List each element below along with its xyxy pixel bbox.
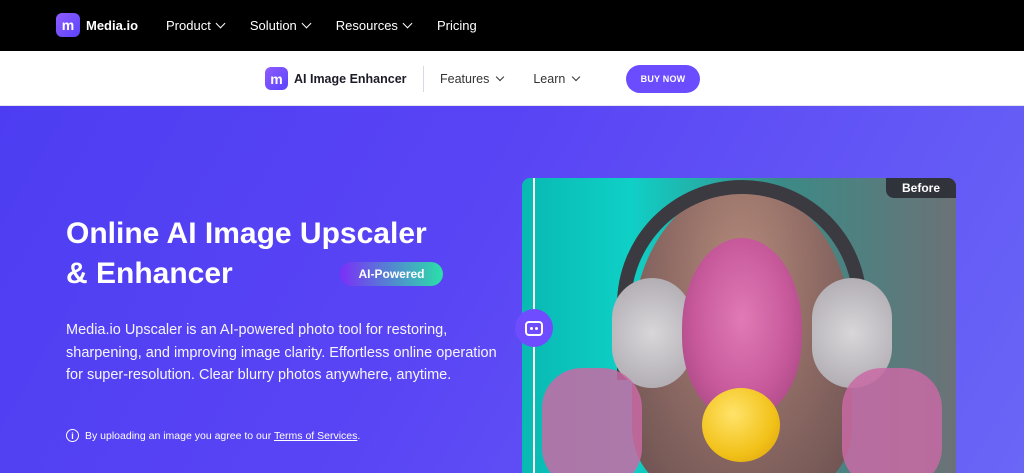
before-after-image[interactable]: Before (522, 178, 956, 473)
robot-icon (525, 320, 543, 336)
top-navbar: m Media.io Product Solution Resources Pr… (0, 0, 1024, 51)
chevron-down-icon (301, 18, 312, 29)
photo-hand-right (842, 368, 942, 473)
title-line-1: Online AI Image Upscaler (66, 217, 427, 250)
terms-prefix: By uploading an image you agree to our (85, 429, 274, 442)
nav-item-label: Product (166, 18, 211, 33)
chevron-down-icon (215, 18, 226, 29)
nav-item-solution[interactable]: Solution (249, 18, 312, 33)
subnav-item-learn[interactable]: Learn (533, 71, 581, 86)
subnav-item-label: Learn (533, 71, 566, 86)
divider (423, 66, 424, 92)
terms-text: By uploading an image you agree to our T… (85, 430, 360, 442)
before-label: Before (886, 178, 956, 198)
photo-earmuff-left (612, 278, 692, 388)
product-logo[interactable]: m AI Image Enhancer (265, 67, 407, 90)
terms-link[interactable]: Terms of Services (274, 430, 357, 442)
hero-description: Media.io Upscaler is an AI-powered photo… (66, 322, 497, 383)
photo-bubblegum (702, 388, 780, 462)
nav-item-label: Resources (335, 18, 398, 33)
info-icon: i (66, 429, 79, 442)
nav-item-product[interactable]: Product (166, 18, 226, 33)
subnav-item-label: Features (440, 71, 490, 86)
buy-now-button[interactable]: BUY NOW (626, 65, 700, 93)
compare-slider-handle[interactable] (515, 309, 553, 347)
subnav-menu: Features Learn (440, 51, 609, 106)
title-line-2: & Enhancer (66, 257, 233, 290)
ai-powered-badge: AI-Powered (340, 262, 443, 286)
brand-logo[interactable]: m Media.io (56, 13, 138, 37)
subnav-item-features[interactable]: Features (440, 71, 505, 86)
product-name: AI Image Enhancer (294, 71, 407, 86)
nav-item-resources[interactable]: Resources (335, 18, 413, 33)
photo-hand-left (542, 368, 642, 473)
top-nav-menu: Product Solution Resources Pricing (166, 0, 503, 51)
product-subnav: m AI Image Enhancer Features Learn BUY N… (0, 51, 1024, 106)
nav-item-label: Pricing (436, 18, 477, 33)
terms-notice: i By uploading an image you agree to our… (66, 429, 360, 442)
chevron-down-icon (496, 72, 505, 81)
hero-section: Online AI Image Upscaler & Enhancer AI-P… (0, 106, 1024, 473)
terms-suffix: . (357, 429, 361, 442)
brand-logo-icon: m (56, 13, 80, 37)
chevron-down-icon (402, 18, 413, 29)
chevron-down-icon (572, 72, 581, 81)
brand-name: Media.io (86, 17, 139, 33)
product-logo-icon: m (265, 67, 288, 90)
nav-item-pricing[interactable]: Pricing (437, 18, 477, 33)
nav-item-label: Solution (249, 18, 297, 33)
